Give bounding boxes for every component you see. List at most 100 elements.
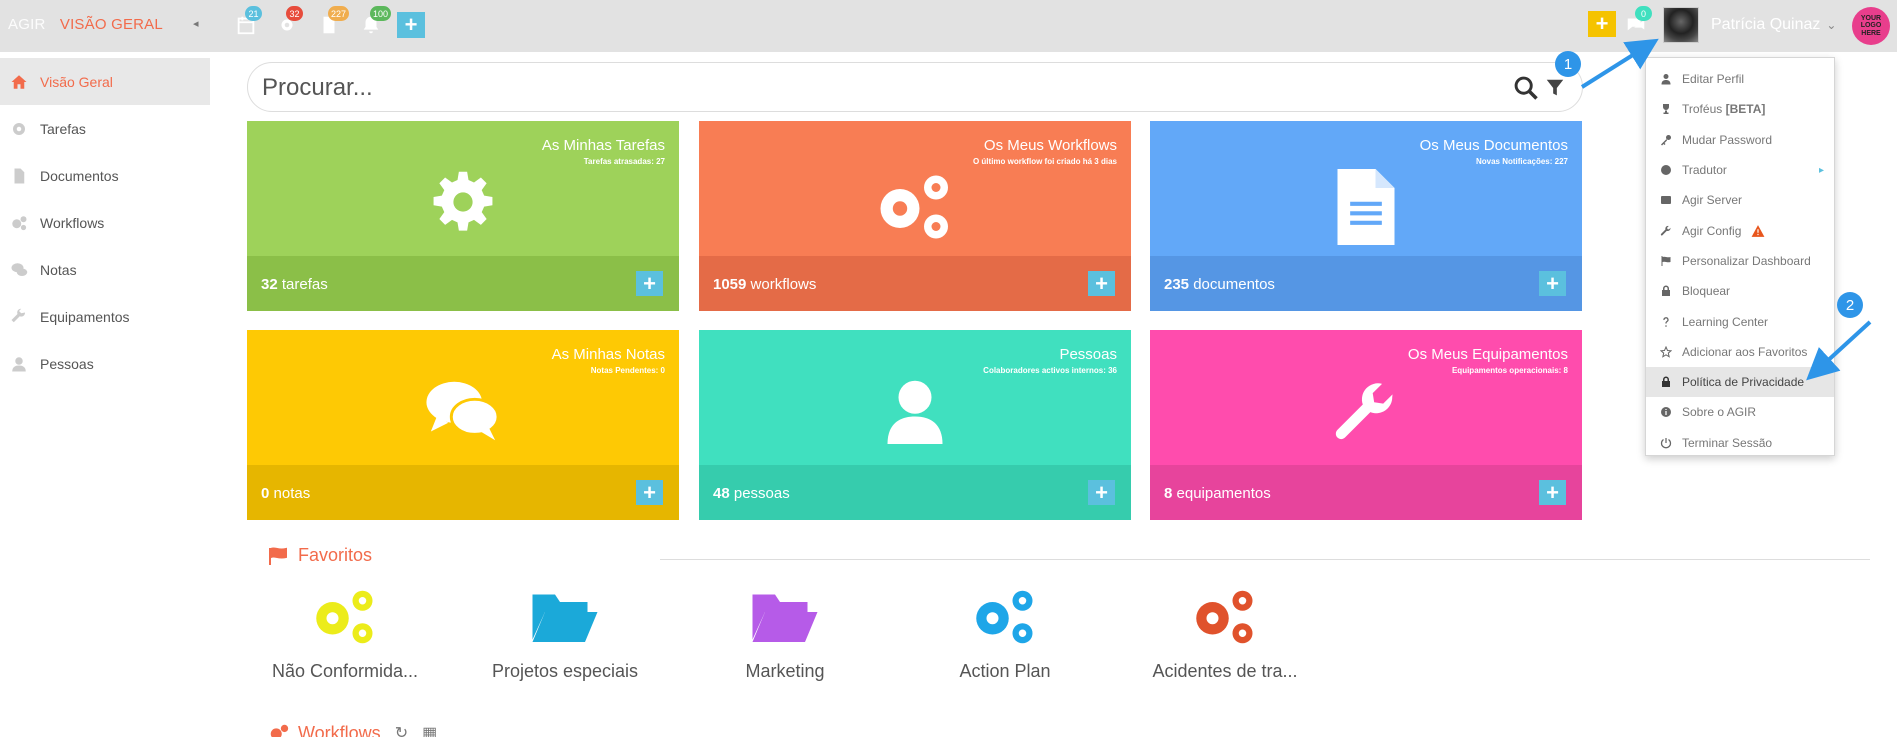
sidebar-item-pessoas[interactable]: Pessoas [0, 340, 210, 387]
tile-documentos[interactable]: Os Meus Documentos Novas Notificações: 2… [1150, 121, 1582, 311]
sidebar-item-equipamentos[interactable]: Equipamentos [0, 293, 210, 340]
gears-icon [316, 590, 373, 644]
menu-item-personalizar-dashboard[interactable]: Personalizar Dashboard [1646, 246, 1834, 276]
tile-title: Os Meus Equipamentos [1407, 346, 1568, 363]
favorite-item[interactable]: Projetos especiais [465, 584, 665, 682]
menu-item-learning-center[interactable]: Learning Center [1646, 306, 1834, 336]
chat-icon[interactable]: 0 [1623, 6, 1652, 37]
menu-item-editar-perfil[interactable]: Editar Perfil [1646, 64, 1834, 94]
tile-equipamentos[interactable]: Os Meus Equipamentos Equipamentos operac… [1150, 330, 1582, 520]
menu-item-label: Bloquear [1682, 284, 1731, 299]
menu-item-trofeus[interactable]: Troféus [BETA] [1646, 94, 1834, 124]
menu-item-adicionar-favoritos[interactable]: Adicionar aos Favoritos [1646, 337, 1834, 367]
menu-item-sobre-agir[interactable]: Sobre o AGIR [1646, 397, 1834, 427]
calendar-icon[interactable]: 21 [233, 6, 262, 38]
document-icon [1337, 169, 1395, 245]
sidebar-item-label: Equipamentos [40, 308, 130, 325]
menu-item-tradutor[interactable]: Tradutor ▸ [1646, 155, 1834, 185]
add-note-button[interactable]: + [636, 480, 663, 505]
chevron-down-icon[interactable]: ⌄ [1826, 18, 1836, 32]
add-person-button[interactable]: + [1088, 480, 1115, 505]
favorite-item[interactable]: Action Plan [905, 584, 1105, 682]
tile-count[interactable]: 0 notas [261, 485, 310, 502]
flag-icon [269, 546, 287, 565]
search-icon[interactable] [1512, 74, 1540, 102]
menu-item-mudar-password[interactable]: Mudar Password [1646, 125, 1834, 155]
avatar[interactable] [1663, 7, 1699, 43]
tasks-badge: 32 [286, 6, 303, 21]
menu-item-bloquear[interactable]: Bloquear [1646, 276, 1834, 306]
menu-item-label: Troféus [1682, 102, 1723, 117]
sidebar-item-visao-geral[interactable]: Visão Geral [0, 58, 210, 105]
tile-count[interactable]: 48 pessoas [713, 485, 790, 502]
tile-count-value: 235 [1164, 276, 1190, 293]
lock-icon [1662, 285, 1670, 297]
tile-count[interactable]: 1059 workflows [713, 276, 816, 293]
info-icon [1661, 407, 1671, 418]
menu-item-terminar-sessao[interactable]: Terminar Sessão [1646, 428, 1834, 458]
tile-pessoas[interactable]: Pessoas Colaboradores activos internos: … [699, 330, 1131, 520]
tile-title: As Minhas Notas [551, 346, 665, 363]
sidebar-item-tarefas[interactable]: Tarefas [0, 105, 210, 152]
folder-open-icon [532, 594, 598, 642]
quick-add-button[interactable]: + [1588, 11, 1616, 37]
add-equipment-button[interactable]: + [1539, 480, 1566, 505]
menu-item-label: Personalizar Dashboard [1682, 253, 1811, 268]
add-workflow-button[interactable]: + [1088, 271, 1115, 296]
tile-count-value: 8 [1164, 485, 1173, 502]
tile-count[interactable]: 8 equipamentos [1164, 485, 1271, 502]
flag-icon [1661, 255, 1671, 266]
tile-count-unit: workflows [750, 276, 817, 293]
globe-icon [1661, 165, 1671, 176]
tile-notas[interactable]: As Minhas Notas Notas Pendentes: 0 0 not… [247, 330, 679, 520]
power-icon [1660, 437, 1672, 448]
favorites-header: Favoritos [268, 545, 372, 566]
sidebar-item-notas[interactable]: Notas [0, 246, 210, 293]
tile-count-value: 1059 [713, 276, 747, 293]
add-button[interactable]: + [397, 12, 425, 38]
sidebar-item-label: Workflows [40, 214, 105, 231]
tile-count-value: 0 [261, 485, 270, 502]
menu-item-label: Adicionar aos Favoritos [1682, 344, 1808, 359]
refresh-icon[interactable]: ↻ [395, 723, 408, 737]
sidebar-item-workflows[interactable]: Workflows [0, 199, 210, 246]
document-icon[interactable]: 227 [316, 6, 350, 38]
filter-icon[interactable] [1544, 77, 1566, 99]
tile-count[interactable]: 235 documentos [1164, 276, 1275, 293]
grid-icon[interactable]: ▦ [422, 723, 437, 737]
menu-item-label: Mudar Password [1682, 132, 1773, 147]
search-input[interactable] [262, 73, 1482, 103]
favorite-label: Acidentes de tra... [1152, 661, 1298, 681]
favorite-item[interactable]: Acidentes de tra... [1125, 584, 1325, 682]
user-icon [1661, 74, 1671, 85]
user-name[interactable]: Patrícia Quinaz [1711, 16, 1820, 34]
gear-icon[interactable]: 32 [274, 6, 303, 38]
tile-tarefas[interactable]: As Minhas Tarefas Tarefas atrasadas: 27 … [247, 121, 679, 311]
tile-workflows[interactable]: Os Meus Workflows O último workflow foi … [699, 121, 1131, 311]
key-icon [1661, 134, 1671, 146]
tile-count-unit: documentos [1193, 276, 1275, 293]
top-bar: AGIR VISÃO GERAL ◂ 21 32 227 100 + + 0 P… [0, 0, 1897, 52]
favorites-title: Favoritos [298, 545, 373, 565]
add-document-button[interactable]: + [1539, 271, 1566, 296]
menu-item-agir-config[interactable]: Agir Config [1646, 215, 1834, 245]
workflows-title: Workflows [298, 722, 381, 737]
favorite-item[interactable]: Marketing [685, 584, 885, 682]
beta-tag: [BETA] [1725, 102, 1766, 117]
bell-icon[interactable]: 100 [358, 6, 392, 38]
app-name[interactable]: AGIR [8, 16, 45, 33]
tile-subtitle: Notas Pendentes: 0 [590, 366, 665, 375]
tile-title: Os Meus Documentos [1419, 137, 1568, 154]
tile-count[interactable]: 32 tarefas [261, 276, 328, 293]
sidebar-item-documentos[interactable]: Documentos [0, 152, 210, 199]
favorite-item[interactable]: Não Conformida... [245, 584, 445, 682]
brand[interactable]: AGIR VISÃO GERAL [8, 16, 163, 33]
notifications-badge: 100 [370, 6, 392, 21]
tile-subtitle: Tarefas atrasadas: 27 [583, 157, 665, 166]
menu-item-agir-server[interactable]: Agir Server [1646, 185, 1834, 215]
add-task-button[interactable]: + [636, 271, 663, 296]
wrench-icon [1335, 383, 1393, 440]
user-menu-toggle[interactable]: Patrícia Quinaz ⌄ [1663, 6, 1836, 44]
collapse-sidebar-icon[interactable]: ◂ [193, 17, 199, 30]
menu-item-politica-privacidade[interactable]: Política de Privacidade [1646, 366, 1834, 398]
